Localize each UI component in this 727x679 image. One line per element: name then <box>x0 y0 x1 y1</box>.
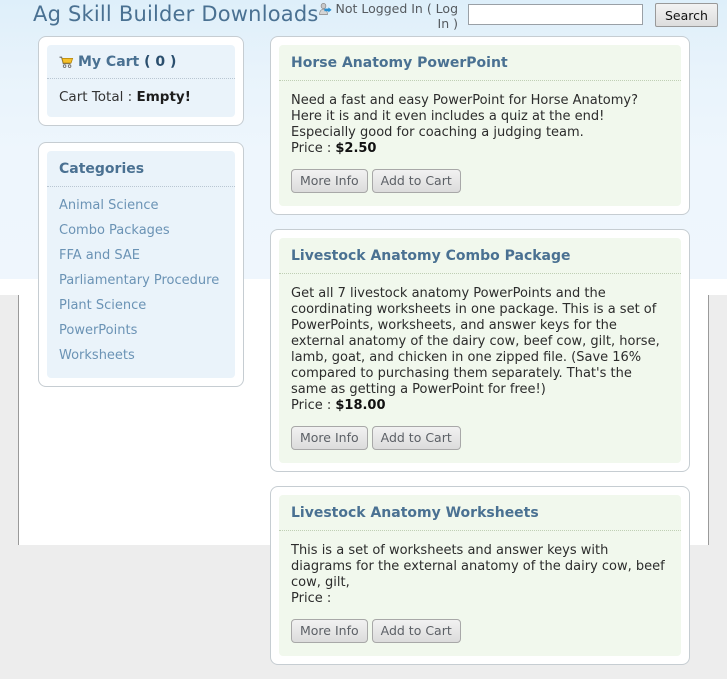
product-body: Get all 7 livestock anatomy PowerPoints … <box>279 274 681 463</box>
product-title[interactable]: Livestock Anatomy Combo Package <box>279 238 681 274</box>
list-item: Combo Packages <box>47 218 235 243</box>
more-info-button[interactable]: More Info <box>291 426 368 450</box>
product-card-inner: Livestock Anatomy Combo Package Get all … <box>279 238 681 463</box>
product-title[interactable]: Horse Anatomy PowerPoint <box>279 45 681 81</box>
cart-item-count: ( 0 ) <box>144 54 177 70</box>
product-card: Livestock Anatomy Combo Package Get all … <box>270 229 690 472</box>
cart-panel: My Cart ( 0 ) Cart Total : Empty! <box>38 36 244 126</box>
product-description: Get all 7 livestock anatomy PowerPoints … <box>291 286 660 397</box>
product-price-value: $2.50 <box>335 141 377 156</box>
product-price-label: Price : <box>291 398 336 413</box>
list-item: Worksheets <box>47 343 235 368</box>
sidebar-item-plant-science[interactable]: Plant Science <box>47 293 235 318</box>
add-to-cart-button[interactable]: Add to Cart <box>371 426 461 450</box>
list-item: Plant Science <box>47 293 235 318</box>
site-header: Ag Skill Builder Downloads Not Logged In… <box>18 0 718 34</box>
product-title[interactable]: Livestock Anatomy Worksheets <box>279 495 681 531</box>
categories-header: Categories <box>47 151 235 187</box>
product-description: This is a set of worksheets and answer k… <box>291 543 665 590</box>
cart-panel-inner: My Cart ( 0 ) Cart Total : Empty! <box>47 45 235 117</box>
sidebar-item-worksheets[interactable]: Worksheets <box>47 343 235 368</box>
product-price: Price : <box>291 591 669 607</box>
cart-total: Cart Total : Empty! <box>47 79 235 117</box>
search-button[interactable]: Search <box>655 3 718 27</box>
sidebar-item-ffa-and-sae[interactable]: FFA and SAE <box>47 243 235 268</box>
categories-panel: Categories Animal Science Combo Packages… <box>38 142 244 387</box>
sidebar-item-powerpoints[interactable]: PowerPoints <box>47 318 235 343</box>
sidebar-item-parliamentary-procedure[interactable]: Parliamentary Procedure <box>47 268 235 293</box>
page-title: Ag Skill Builder Downloads <box>33 2 319 26</box>
product-body: This is a set of worksheets and answer k… <box>279 531 681 656</box>
site-container: Ag Skill Builder Downloads Not Logged In… <box>18 0 718 665</box>
cart-label: My Cart <box>78 54 140 70</box>
product-card-inner: Horse Anatomy PowerPoint Need a fast and… <box>279 45 681 206</box>
sidebar-item-combo-packages[interactable]: Combo Packages <box>47 218 235 243</box>
user-login-icon <box>318 2 332 16</box>
product-card-inner: Livestock Anatomy Worksheets This is a s… <box>279 495 681 656</box>
more-info-button[interactable]: More Info <box>291 619 368 643</box>
login-status-text: Not Logged In ( Log In ) <box>318 1 459 31</box>
cart-total-value: Empty! <box>136 89 191 105</box>
list-item: Parliamentary Procedure <box>47 268 235 293</box>
search-input[interactable] <box>468 4 643 25</box>
shopping-cart-icon <box>59 56 74 68</box>
login-status-suffix: ) <box>449 16 458 31</box>
product-list: Horse Anatomy PowerPoint Need a fast and… <box>270 36 690 679</box>
list-item: Animal Science <box>47 193 235 218</box>
product-price-label: Price : <box>291 141 336 156</box>
list-item: PowerPoints <box>47 318 235 343</box>
product-price: Price : $2.50 <box>291 141 669 157</box>
categories-panel-inner: Categories Animal Science Combo Packages… <box>47 151 235 378</box>
product-price: Price : $18.00 <box>291 398 669 414</box>
cart-total-label: Cart Total : <box>59 89 137 105</box>
sidebar-item-animal-science[interactable]: Animal Science <box>47 193 235 218</box>
more-info-button[interactable]: More Info <box>291 169 368 193</box>
product-card: Livestock Anatomy Worksheets This is a s… <box>270 486 690 665</box>
product-body: Need a fast and easy PowerPoint for Hors… <box>279 81 681 206</box>
add-to-cart-button[interactable]: Add to Cart <box>371 169 461 193</box>
product-card: Horse Anatomy PowerPoint Need a fast and… <box>270 36 690 215</box>
login-status: Not Logged In ( Log In ) <box>318 1 458 31</box>
product-price-label: Price : <box>291 591 332 606</box>
product-price-value: $18.00 <box>335 398 386 413</box>
add-to-cart-button[interactable]: Add to Cart <box>371 619 461 643</box>
login-status-prefix: Not Logged In ( <box>335 1 436 16</box>
list-item: FFA and SAE <box>47 243 235 268</box>
sidebar: My Cart ( 0 ) Cart Total : Empty! Catego… <box>38 36 244 387</box>
cart-header[interactable]: My Cart ( 0 ) <box>47 45 235 79</box>
category-list: Animal Science Combo Packages FFA and SA… <box>47 187 235 378</box>
product-description: Need a fast and easy PowerPoint for Hors… <box>291 93 639 140</box>
